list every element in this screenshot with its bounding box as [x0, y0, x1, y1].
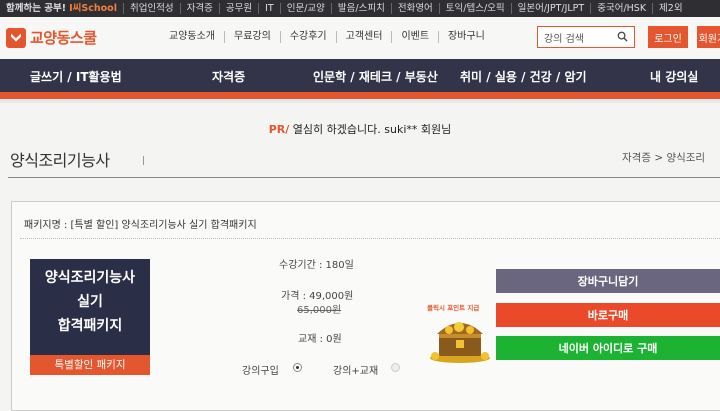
cover-line-2: 실기 [77, 294, 103, 310]
topbar-item-second-language[interactable]: 제2외 [653, 3, 689, 14]
naver-purchase-button[interactable]: 네이버 아이디로 구매 [496, 336, 720, 360]
search-input[interactable]: 강의 검색 [537, 26, 635, 48]
treasure-chest-icon[interactable] [427, 312, 493, 364]
nav-events[interactable]: 이벤트 [392, 31, 440, 43]
cover-tag: 특별할인 패키지 [30, 355, 150, 375]
title-divider [143, 156, 144, 165]
nav-free-lectures[interactable]: 무료강의 [225, 31, 281, 43]
topbar-item-phone-english[interactable]: 전화영어 [392, 3, 440, 14]
search-icon[interactable] [617, 31, 628, 42]
welcome-text: 열심히 하겠습니다. suki** 회원님 [289, 123, 452, 136]
topbar-item-chinese[interactable]: 중국어/HSK [591, 3, 654, 14]
package-name: 패키지명 : [특별 할인] 양식조리기능사 실기 합격패키지 [24, 220, 257, 231]
add-to-cart-button[interactable]: 장바구니담기 [496, 269, 720, 293]
top-category-bar: 함께하는 공부! I씨School 취업인적성 자격증 공무원 IT 인문/교양… [0, 0, 720, 17]
site-logo[interactable]: 교양동스쿨 [6, 27, 97, 48]
menu-humanities[interactable]: 인문학 / 재테크 / 부동산 [313, 68, 438, 85]
welcome-message: PR/ 열심히 하겠습니다. suki** 회원님 [0, 121, 720, 137]
option-course-label: 강의구입 [242, 366, 279, 377]
nav-cart[interactable]: 장바구니 [439, 31, 494, 43]
menu-certificates[interactable]: 자격증 [212, 68, 245, 85]
package-cover-image[interactable]: 양식조리기능사 실기 합격패키지 특별할인 패키지 [30, 259, 150, 375]
cover-line-3: 합격패키지 [57, 318, 123, 334]
topbar-accent-label: I씨School [69, 3, 117, 14]
topbar-item-speech[interactable]: 발음/스피치 [332, 3, 392, 14]
topbar-item-together[interactable]: 함께하는 공부! I씨School [0, 3, 124, 14]
login-button[interactable]: 로그인 [648, 26, 688, 48]
option-course-textbook-radio[interactable] [391, 363, 400, 372]
menu-my-classroom[interactable]: 내 강의실 [650, 68, 698, 85]
topbar-item-humanities[interactable]: 인문/교양 [281, 3, 332, 14]
topbar-item-civil[interactable]: 공무원 [220, 3, 260, 14]
study-period: 수강기간 : 180일 [279, 260, 354, 271]
global-nav: 교양동소개 무료강의 수강후기 고객센터 이벤트 장바구니 [160, 31, 494, 43]
menu-hobby[interactable]: 취미 / 실용 / 건강 / 암기 [460, 68, 587, 85]
join-button[interactable]: 회원가입 [697, 26, 720, 48]
topbar-item-japanese[interactable]: 일본어/JPT/JLPT [512, 3, 592, 14]
menu-accent-line [0, 92, 720, 99]
topbar-item-toeic[interactable]: 토익/텝스/오픽 [440, 3, 512, 14]
price: 가격 : 49,000원 [281, 291, 354, 302]
site-header: 교양동스쿨 교양동소개 무료강의 수강후기 고객센터 이벤트 장바구니 강의 검… [0, 17, 720, 59]
point-label: 클릭시 포인트 지급 [427, 304, 480, 312]
logo-icon [6, 27, 26, 48]
nav-reviews[interactable]: 수강후기 [281, 31, 337, 43]
nav-about[interactable]: 교양동소개 [160, 31, 225, 43]
package-divider [20, 238, 720, 239]
nav-support[interactable]: 고객센터 [337, 31, 393, 43]
topbar-label: 함께하는 공부! [6, 3, 67, 14]
main-category-menu: 글쓰기 / IT활용법 자격증 인문학 / 재테크 / 부동산 취미 / 실용 … [0, 59, 720, 92]
option-course-textbook-label: 강의+교재 [333, 366, 379, 377]
option-course-radio[interactable] [293, 363, 302, 372]
title-rule [8, 177, 720, 178]
search-placeholder: 강의 검색 [544, 33, 584, 45]
welcome-pr: PR/ [268, 123, 290, 136]
textbook-price: 교재 : 0원 [298, 334, 342, 345]
topbar-item-job[interactable]: 취업인적성 [124, 3, 181, 14]
topbar-item-it[interactable]: IT [259, 3, 281, 14]
cover-line-1: 양식조리기능사 [44, 270, 136, 286]
buy-now-button[interactable]: 바로구매 [496, 303, 720, 327]
topbar-item-cert[interactable]: 자격증 [181, 3, 220, 14]
page-title: 양식조리기능사 [10, 151, 110, 170]
breadcrumb[interactable]: 자격증 > 양식조리 [622, 150, 705, 165]
menu-writing-it[interactable]: 글쓰기 / IT활용법 [30, 68, 122, 85]
original-price: 65,000원 [297, 305, 342, 316]
menu-shadow-line [0, 99, 720, 103]
logo-text: 교양동스쿨 [30, 29, 97, 47]
